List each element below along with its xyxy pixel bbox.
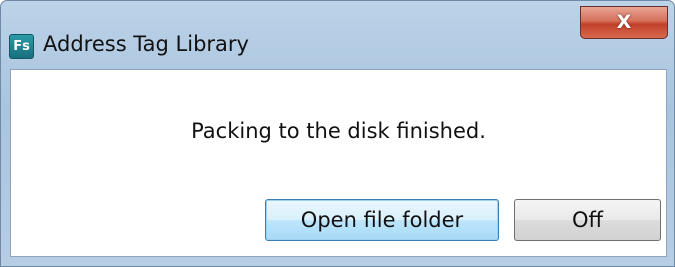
- status-message: Packing to the disk finished.: [191, 119, 486, 143]
- window-title: Address Tag Library: [43, 32, 249, 56]
- off-button-label: Off: [572, 208, 603, 232]
- close-icon: X: [616, 11, 632, 33]
- dialog-content: Packing to the disk finished. Open file …: [10, 69, 667, 257]
- off-button[interactable]: Off: [514, 199, 661, 241]
- dialog-window: Fs Address Tag Library X Packing to the …: [0, 0, 675, 267]
- title-bar[interactable]: Fs Address Tag Library X: [1, 1, 674, 69]
- open-file-folder-button[interactable]: Open file folder: [265, 199, 499, 241]
- open-file-folder-label: Open file folder: [300, 208, 464, 232]
- app-icon: Fs: [9, 34, 34, 59]
- close-button[interactable]: X: [580, 6, 668, 39]
- app-icon-label: Fs: [13, 39, 30, 54]
